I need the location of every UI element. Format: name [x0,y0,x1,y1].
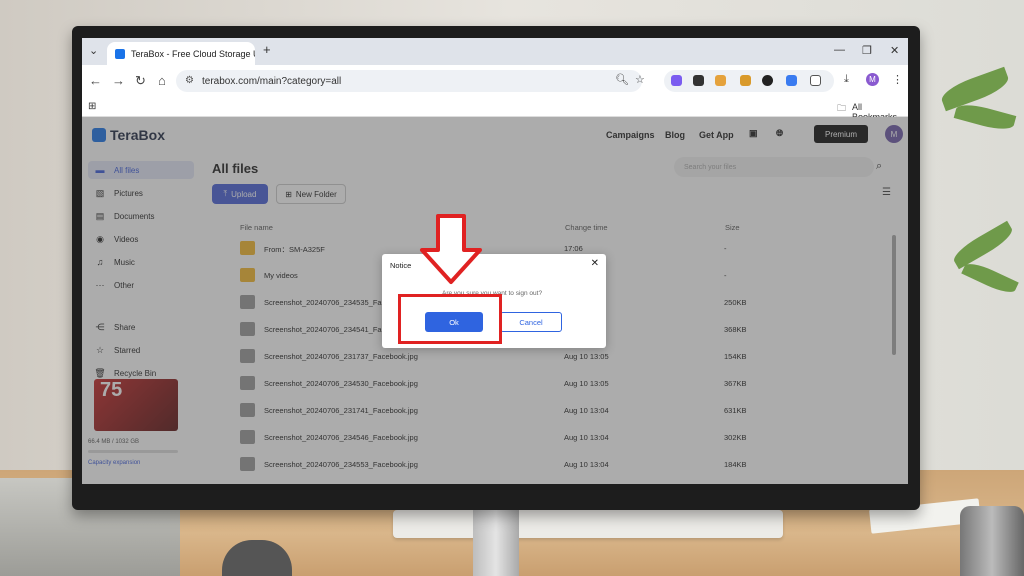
tab-title: TeraBox - Free Cloud Storage U [131,48,255,59]
keyboard [393,510,783,538]
maximize-icon[interactable]: ❐ [862,44,872,57]
screen: ⌄ TeraBox - Free Cloud Storage U ✕ + — ❐… [82,38,908,484]
tab-list-icon[interactable]: ⌄ [89,44,98,57]
extension-blue-icon[interactable] [786,75,797,86]
cup [960,506,1024,576]
site-info-icon[interactable]: ⚙ [185,75,194,86]
forward-icon[interactable]: → [112,73,125,88]
profile-avatar-icon[interactable]: M [866,73,879,86]
extension-circle-icon[interactable] [762,75,773,86]
terabox-favicon-icon [115,48,125,59]
dialog-title: Notice [390,261,412,270]
extension-d-icon[interactable] [671,75,682,86]
bookmark-star-icon[interactable]: ☆ [635,73,645,86]
folder-icon: 🗀︎ [837,103,847,113]
new-tab-icon[interactable]: + [263,42,271,57]
url-text: terabox.com/main?category=all [202,75,342,87]
extension-icon[interactable] [715,75,726,86]
monitor-stand [473,505,519,576]
address-row: ← → ↻ ⌂ ⚙ terabox.com/main?category=all … [82,65,908,97]
extensions-strip [664,70,834,92]
download-icon[interactable]: ⤓ [844,73,849,86]
reload-icon[interactable]: ↻ [135,73,146,89]
down-arrow-icon [420,214,482,284]
address-bar[interactable]: ⚙ terabox.com/main?category=all [176,70,642,92]
ok-button-highlight-box [398,294,502,344]
dialog-close-icon[interactable]: ✕ [591,258,599,269]
zoom-icon[interactable]: 🔍︎ [615,73,629,86]
browser-tab[interactable]: TeraBox - Free Cloud Storage U ✕ [107,42,255,65]
apps-grid-icon[interactable]: ⊞ [88,101,96,112]
extension-cookie-icon[interactable] [740,75,751,86]
window-close-icon[interactable]: ✕ [890,44,899,57]
back-icon[interactable]: ← [89,73,102,88]
cancel-button[interactable]: Cancel [500,312,562,332]
tab-bar: ⌄ TeraBox - Free Cloud Storage U ✕ + — ❐… [82,38,908,65]
home-icon[interactable]: ⌂ [158,73,166,88]
menu-kebab-icon[interactable]: ⋮ [892,73,903,86]
extension-pen-icon[interactable] [693,75,704,86]
minimize-icon[interactable]: — [834,44,845,56]
bookmarks-bar: ⊞ 🗀︎ All Bookmarks [82,97,908,122]
extensions-puzzle-icon[interactable] [810,75,821,86]
